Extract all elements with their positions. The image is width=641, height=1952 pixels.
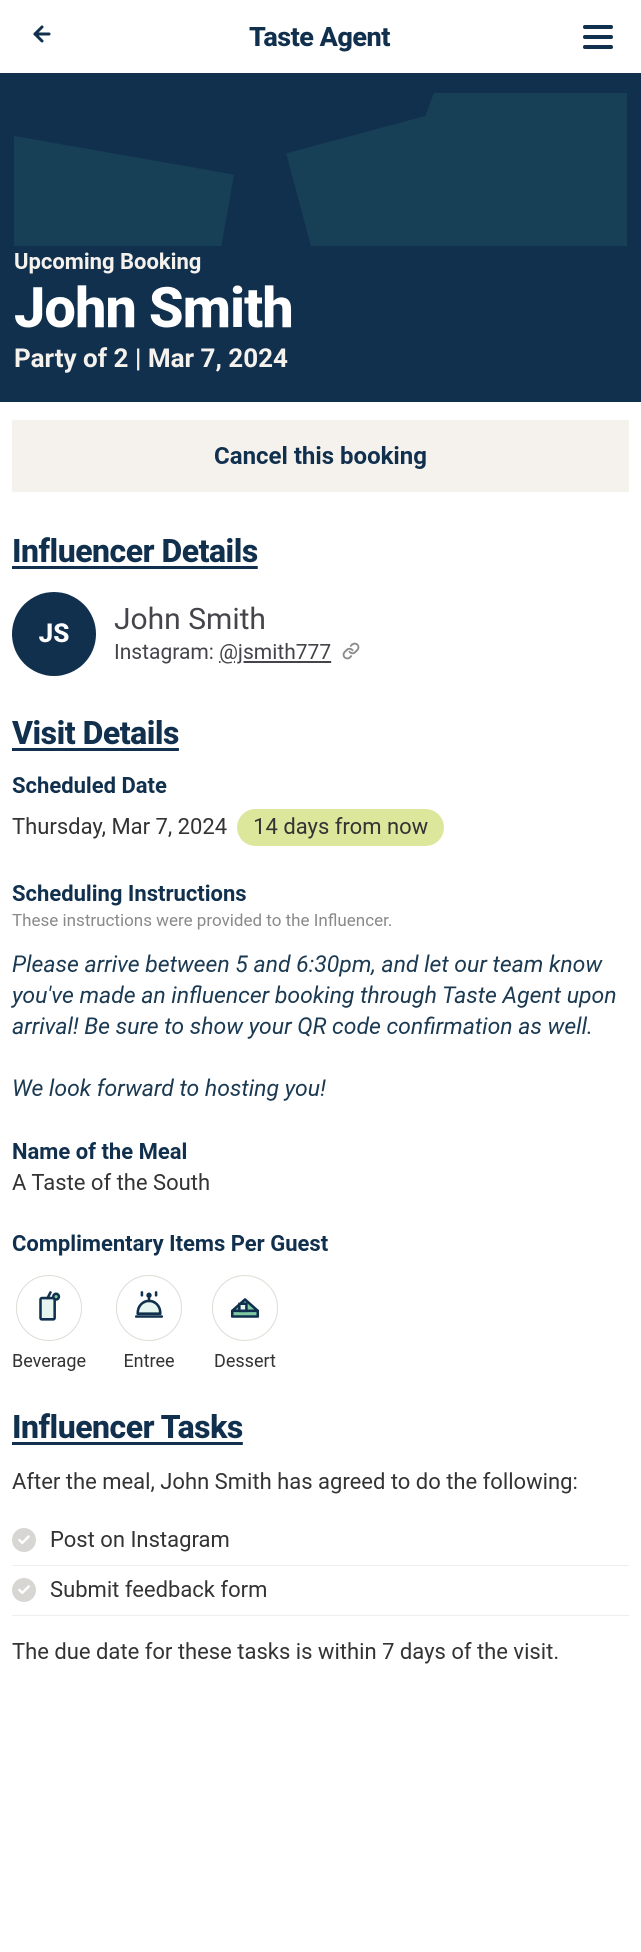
hero: Upcoming Booking John Smith Party of 2 |… bbox=[0, 73, 641, 402]
hero-decorative-pattern bbox=[14, 93, 627, 250]
meal-label: Name of the Meal bbox=[12, 1140, 629, 1165]
comp-dessert-label: Dessert bbox=[214, 1351, 276, 1372]
cancel-booking-button[interactable]: Cancel this booking bbox=[12, 420, 629, 492]
instructions-block: Scheduling Instructions These instructio… bbox=[12, 882, 629, 1104]
check-icon bbox=[12, 1578, 36, 1602]
link-icon bbox=[342, 642, 360, 666]
comp-items-label: Complimentary Items Per Guest bbox=[12, 1232, 629, 1257]
meal-name: A Taste of the South bbox=[12, 1171, 629, 1196]
check-icon bbox=[12, 1528, 36, 1552]
comp-item-entree: Entree bbox=[116, 1275, 182, 1372]
influencer-network-label: Instagram: bbox=[114, 641, 219, 665]
entree-icon bbox=[116, 1275, 182, 1341]
hero-eyebrow: Upcoming Booking bbox=[14, 250, 627, 275]
hero-name: John Smith bbox=[14, 279, 627, 338]
meal-block: Name of the Meal A Taste of the South bbox=[12, 1140, 629, 1196]
avatar: JS bbox=[12, 592, 96, 676]
comp-entree-label: Entree bbox=[123, 1351, 174, 1372]
comp-item-dessert: Dessert bbox=[212, 1275, 278, 1372]
app-title: Taste Agent bbox=[249, 21, 390, 53]
app-header: Taste Agent bbox=[0, 0, 641, 73]
tasks-intro: After the meal, John Smith has agreed to… bbox=[12, 1468, 629, 1498]
scheduled-date-value: Thursday, Mar 7, 2024 bbox=[12, 815, 227, 840]
visit-details-heading: Visit Details bbox=[12, 714, 629, 752]
task-row: Post on Instagram bbox=[12, 1516, 629, 1566]
relative-date-badge: 14 days from now bbox=[237, 809, 444, 846]
instructions-note: These instructions were provided to the … bbox=[12, 911, 629, 931]
tasks-due-note: The due date for these tasks is within 7… bbox=[12, 1638, 629, 1668]
back-arrow-icon[interactable] bbox=[28, 20, 56, 53]
hero-subline: Party of 2 | Mar 7, 2024 bbox=[14, 344, 627, 374]
influencer-handle-line: Instagram: @jsmith777 bbox=[114, 641, 360, 665]
influencer-details-heading: Influencer Details bbox=[12, 532, 629, 570]
influencer-summary: JS John Smith Instagram: @jsmith777 bbox=[12, 592, 629, 676]
scheduled-date-label: Scheduled Date bbox=[12, 774, 629, 799]
influencer-handle-link[interactable]: @jsmith777 bbox=[219, 641, 331, 665]
comp-beverage-label: Beverage bbox=[12, 1351, 86, 1372]
task-row: Submit feedback form bbox=[12, 1566, 629, 1616]
beverage-icon bbox=[16, 1275, 82, 1341]
tasks-heading: Influencer Tasks bbox=[12, 1408, 629, 1446]
comp-item-beverage: Beverage bbox=[12, 1275, 86, 1372]
task-label: Post on Instagram bbox=[50, 1528, 230, 1553]
scheduled-date-block: Scheduled Date Thursday, Mar 7, 2024 14 … bbox=[12, 774, 629, 846]
task-label: Submit feedback form bbox=[50, 1578, 267, 1603]
dessert-icon bbox=[212, 1275, 278, 1341]
comp-items-block: Complimentary Items Per Guest Beverage bbox=[12, 1232, 629, 1372]
menu-icon[interactable] bbox=[583, 25, 613, 49]
instructions-body: Please arrive between 5 and 6:30pm, and … bbox=[12, 949, 629, 1104]
influencer-name: John Smith bbox=[114, 602, 360, 637]
instructions-label: Scheduling Instructions bbox=[12, 882, 629, 907]
